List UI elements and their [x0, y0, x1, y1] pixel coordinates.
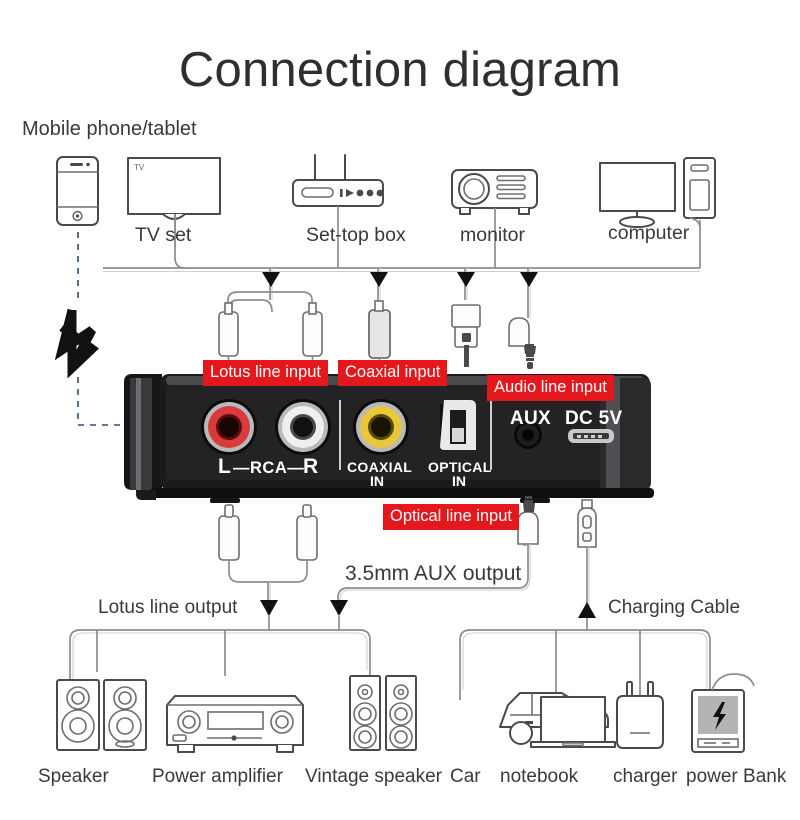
tower-speakers-icon — [349, 675, 417, 751]
label-lotus-line-output: Lotus line output — [98, 597, 238, 618]
label-power-bank: power Bank — [686, 766, 787, 787]
laptop-icon — [530, 696, 616, 748]
label-charger: charger — [613, 766, 678, 787]
smartphone-icon — [56, 156, 99, 226]
bookshelf-speakers-icon — [56, 679, 147, 751]
aux-input-plug — [508, 317, 536, 369]
label-computer: computer — [608, 222, 690, 244]
set-top-box-icon — [292, 154, 384, 207]
label-speaker: Speaker — [38, 766, 109, 787]
input-cable-drops — [262, 268, 538, 318]
tag-optical-line-input: Optical line input — [383, 504, 519, 530]
label-notebook: notebook — [500, 766, 579, 787]
label-aux-output: 3.5mm AUX output — [345, 562, 522, 585]
tv-icon: TV — [127, 157, 221, 220]
label-set-top-box: Set-top box — [306, 224, 406, 246]
wall-charger-icon — [616, 681, 664, 749]
arrow-up-charging — [578, 602, 596, 618]
port-label-aux: AUX — [510, 408, 552, 429]
port-label-dc5v: DC 5V — [565, 408, 623, 429]
port-label-coaxial-in: IN — [370, 473, 384, 489]
label-tv-set: TV set — [135, 224, 192, 246]
charging-cable-plug — [577, 499, 597, 614]
source-group-label: Mobile phone/tablet — [22, 118, 197, 140]
arrow-down-aux — [330, 600, 348, 616]
car-icon — [499, 692, 609, 745]
port-label-rca-r: R — [303, 455, 319, 478]
page-title: Connection diagram — [178, 43, 622, 97]
port-label-optical-in: IN — [452, 473, 466, 489]
label-power-amplifier: Power amplifier — [152, 766, 283, 787]
connection-diagram: Connection diagram TV Mobile phone/table… — [0, 0, 800, 820]
optical-input-plug — [451, 304, 481, 367]
label-vintage-speaker: Vintage speaker — [305, 766, 442, 787]
svg-text:TV: TV — [134, 163, 145, 172]
tag-coaxial-input: Coaxial input — [338, 360, 448, 386]
port-label-rca-l: L — [218, 455, 231, 478]
arrow-down-lotus — [260, 600, 278, 616]
power-bank-icon — [691, 673, 755, 753]
tag-audio-line-input: Audio line input — [487, 375, 614, 401]
label-monitor: monitor — [460, 224, 526, 246]
port-label-rca: —RCA— — [233, 459, 305, 477]
desktop-computer-icon — [599, 157, 716, 228]
label-charging-cable: Charging Cable — [608, 597, 741, 618]
tag-lotus-line-input: Lotus line input — [203, 360, 328, 386]
label-car: Car — [450, 766, 481, 787]
projector-icon — [451, 169, 538, 215]
bluetooth-icon — [54, 308, 100, 379]
av-receiver-icon — [166, 695, 304, 753]
